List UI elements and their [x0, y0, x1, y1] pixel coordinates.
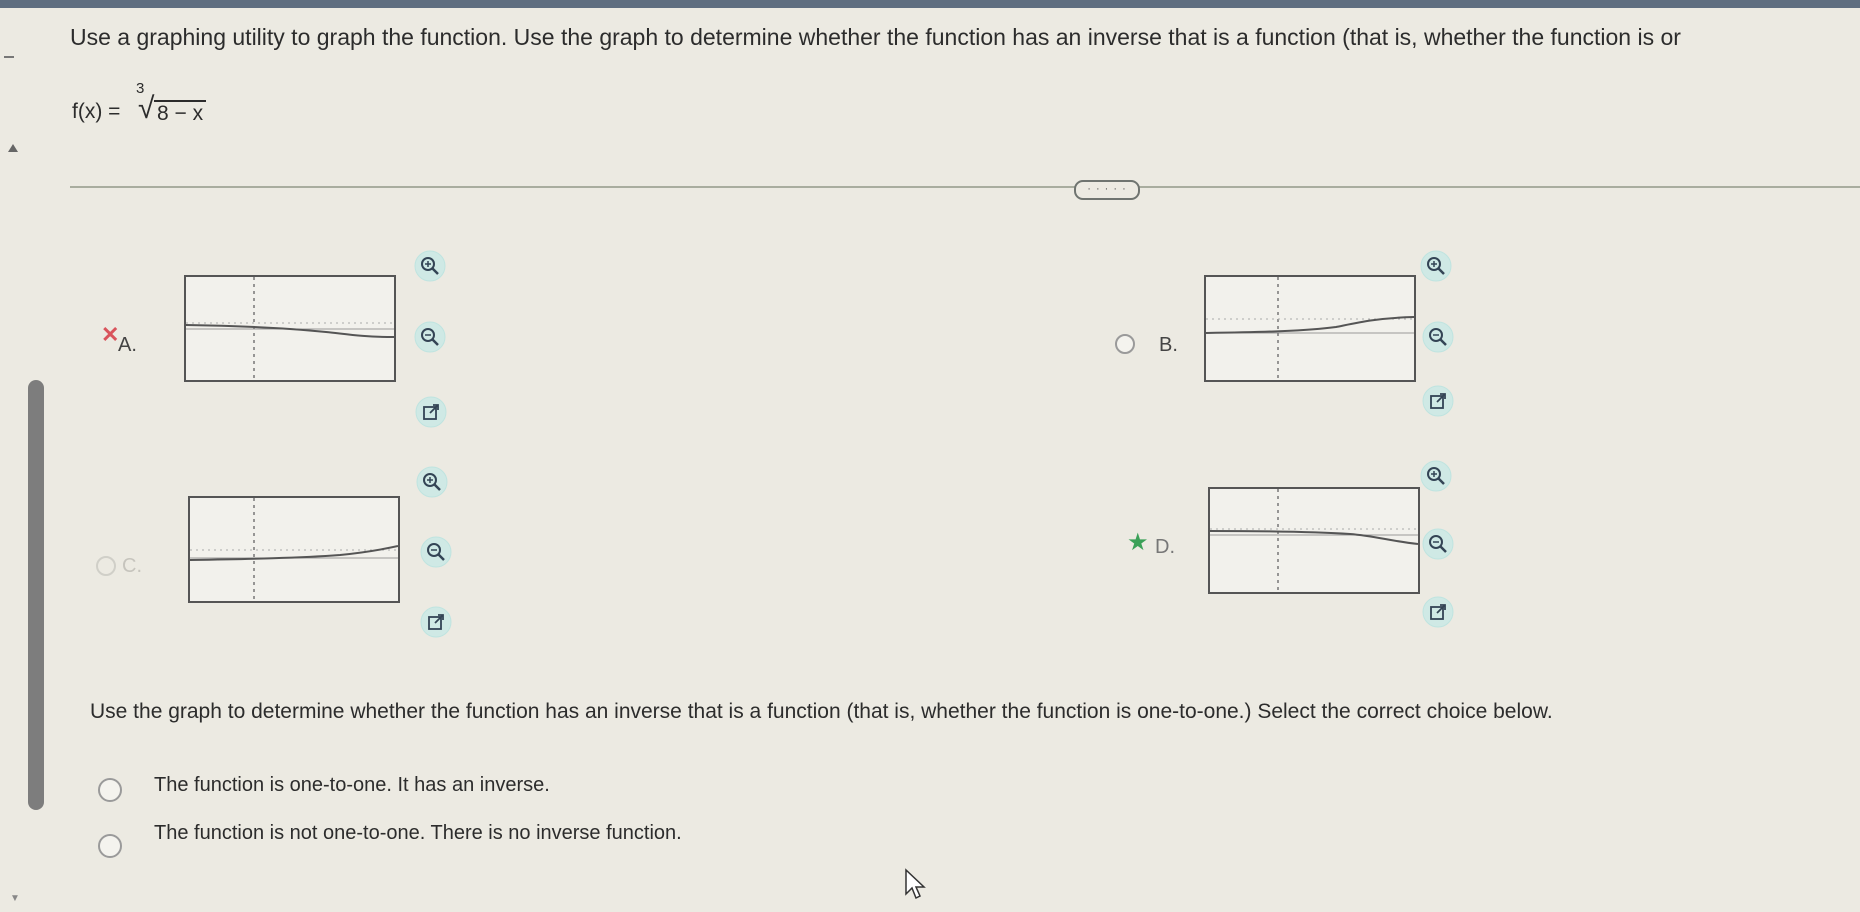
choice-b-graph[interactable]	[1204, 275, 1416, 382]
formula-lhs: f(x) =	[72, 100, 121, 123]
answer-not-one-to-one-label[interactable]: The function is not one-to-one. There is…	[154, 822, 682, 845]
question-prompt: Use a graphing utility to graph the func…	[70, 24, 1681, 50]
choice-a-graph[interactable]	[184, 275, 396, 382]
answer-not-one-to-one-radio[interactable]	[98, 834, 122, 858]
open-new-window-icon[interactable]	[1422, 596, 1454, 628]
answer-one-to-one-radio[interactable]	[98, 778, 122, 802]
open-new-window-icon[interactable]	[420, 606, 452, 638]
choice-b-radio[interactable]	[1115, 334, 1135, 354]
zoom-out-icon[interactable]	[420, 536, 452, 568]
zoom-out-icon[interactable]	[414, 321, 446, 353]
choice-c-label[interactable]: C.	[122, 555, 142, 578]
choice-a-label[interactable]: A.	[118, 334, 137, 357]
function-formula: f(x) = 3 √ 8 − x	[72, 64, 292, 126]
zoom-out-icon[interactable]	[1422, 321, 1454, 353]
scrollbar-thumb[interactable]	[28, 380, 44, 810]
edge-mark	[4, 56, 14, 58]
correct-star-icon: ★	[1127, 529, 1149, 556]
zoom-in-icon[interactable]	[416, 466, 448, 498]
incorrect-x-icon: ✕	[101, 322, 120, 347]
choice-c-graph[interactable]	[188, 496, 400, 603]
scroll-up-icon[interactable]	[8, 144, 18, 152]
section-divider	[70, 186, 1860, 188]
zoom-in-icon[interactable]	[1420, 460, 1452, 492]
follow-up-question: Use the graph to determine whether the f…	[90, 700, 1553, 723]
choice-b-label[interactable]: B.	[1159, 334, 1178, 357]
choice-d-graph[interactable]	[1208, 487, 1420, 594]
expand-more-button[interactable]: · · · · ·	[1074, 180, 1140, 200]
open-new-window-icon[interactable]	[1422, 385, 1454, 417]
choice-c-radio[interactable]	[96, 556, 116, 576]
scroll-down-icon[interactable]: ▼	[10, 893, 20, 904]
zoom-in-icon[interactable]	[414, 250, 446, 282]
radical-sign: √	[138, 92, 155, 125]
mouse-cursor-icon	[905, 868, 926, 900]
zoom-out-icon[interactable]	[1422, 528, 1454, 560]
answer-one-to-one-label[interactable]: The function is one-to-one. It has an in…	[154, 774, 550, 797]
zoom-in-icon[interactable]	[1420, 250, 1452, 282]
open-new-window-icon[interactable]	[415, 396, 447, 428]
choice-d-label[interactable]: D.	[1155, 536, 1175, 559]
top-strip	[0, 0, 1860, 8]
radicand: 8 − x	[154, 100, 207, 126]
